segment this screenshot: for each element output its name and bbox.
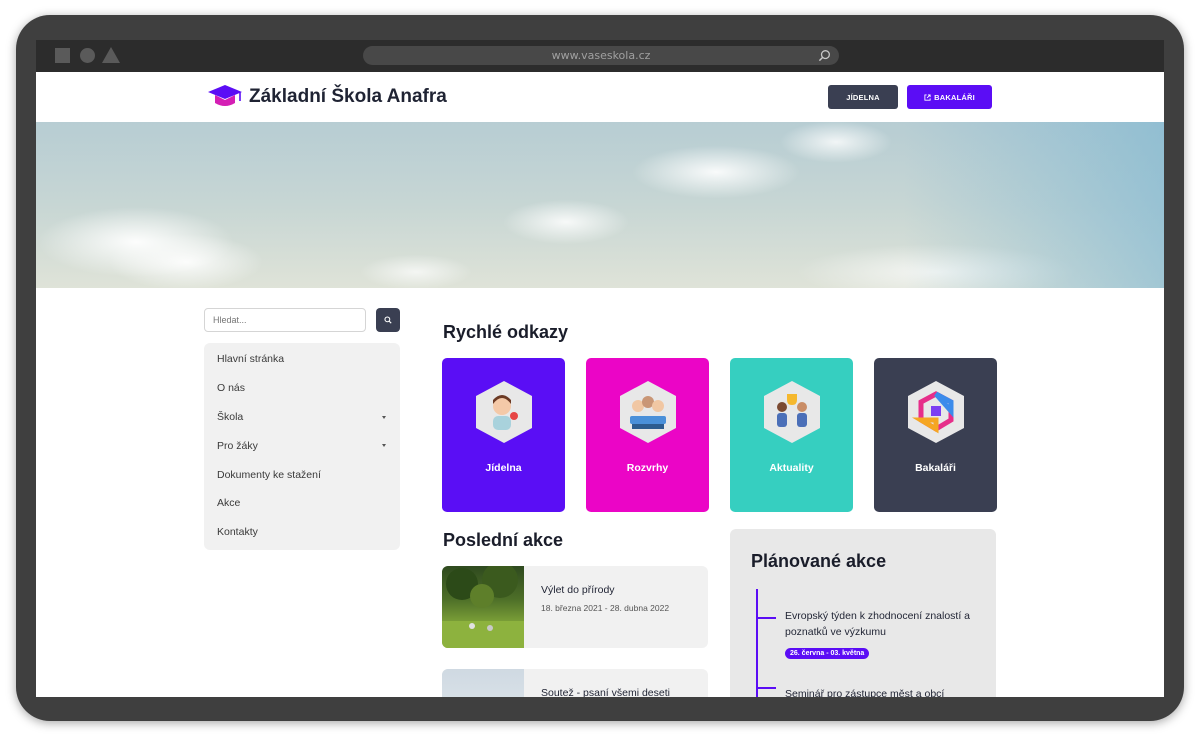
quick-link-jidelna[interactable]: Jídelna: [442, 358, 565, 512]
event-title: Soutež - psaní všemi deseti: [541, 687, 670, 697]
planned-event-title[interactable]: Evropský týden k zhodnocení znalostí a p…: [785, 608, 985, 640]
search-icon: [384, 316, 392, 324]
students-illustration-icon: [620, 381, 676, 443]
planned-events-heading: Plánované akce: [751, 551, 887, 571]
timeline-tick: [756, 687, 776, 689]
quick-link-label: Jídelna: [485, 462, 522, 474]
trophy-illustration-icon: [764, 381, 820, 443]
timeline-tick: [756, 617, 776, 619]
quick-link-rozvrhy[interactable]: Rozvrhy: [586, 358, 709, 512]
timeline-line: [756, 589, 758, 697]
search-button[interactable]: [376, 308, 400, 332]
quick-link-label: Aktuality: [769, 462, 814, 474]
planned-events-panel: Plánované akce Evropský týden k zhodnoce…: [730, 529, 996, 697]
event-thumbnail: [442, 566, 524, 648]
recent-events-heading: Poslední akce: [443, 530, 564, 550]
quick-link-label: Bakaláři: [915, 462, 956, 474]
sidebar-nav: Hlavní stránka O nás Škola Pro žáky Doku…: [204, 343, 400, 550]
sidebar-item-akce[interactable]: Akce: [204, 489, 400, 518]
search-input[interactable]: [204, 308, 366, 332]
event-card[interactable]: Soutež - psaní všemi deseti: [442, 669, 708, 697]
chevron-down-icon[interactable]: [382, 444, 386, 448]
event-thumbnail: [442, 669, 524, 697]
sidebar-item-o-nas[interactable]: O nás: [204, 374, 400, 403]
sidebar-item-dokumenty[interactable]: Dokumenty ke stažení: [204, 460, 400, 489]
quick-link-bakalari[interactable]: Bakaláři: [874, 358, 997, 512]
event-title: Výlet do přírody: [541, 584, 615, 596]
chevron-down-icon[interactable]: [382, 415, 386, 419]
sidebar-item-skola[interactable]: Škola: [204, 403, 400, 432]
event-card[interactable]: Výlet do přírody 18. března 2021 - 28. d…: [442, 566, 708, 648]
quick-links-heading: Rychlé odkazy: [443, 322, 569, 342]
sidebar-item-kontakty[interactable]: Kontakty: [204, 518, 400, 547]
chef-illustration-icon: [476, 381, 532, 443]
planned-event-title[interactable]: Seminář pro zástupce měst a obcí: [785, 686, 985, 697]
event-date: 18. března 2021 - 28. dubna 2022: [541, 603, 670, 613]
page-body: Hlavní stránka O nás Škola Pro žáky Doku…: [36, 40, 1164, 697]
sidebar-item-hlavni-stranka[interactable]: Hlavní stránka: [204, 345, 400, 374]
planned-event-date-badge: 26. června - 03. května: [785, 648, 870, 659]
quick-link-label: Rozvrhy: [626, 462, 669, 474]
bakalari-logo-icon: [908, 381, 964, 443]
sidebar-item-pro-zaky[interactable]: Pro žáky: [204, 431, 400, 460]
quick-link-aktuality[interactable]: Aktuality: [730, 358, 853, 512]
